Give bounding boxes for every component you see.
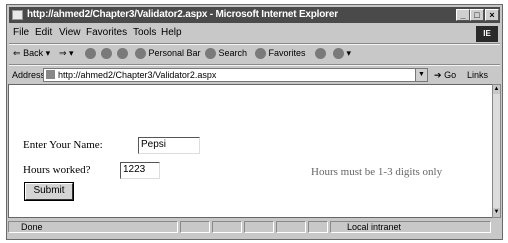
hours-input[interactable]: 1223 (120, 162, 160, 179)
address-dropdown[interactable]: ▼ (415, 69, 427, 81)
maximize-button[interactable]: □ (470, 9, 484, 21)
refresh-icon (101, 48, 112, 60)
address-url: http://ahmed2/Chapter3/Validator2.aspx (58, 70, 217, 80)
status-cell (276, 221, 306, 233)
menu-file[interactable]: File (13, 27, 29, 38)
status-cell (308, 221, 328, 233)
links-button[interactable]: Links (467, 70, 488, 80)
favorites-label: Favorites (268, 48, 306, 58)
validation-error-message: Hours must be 1-3 digits only (311, 166, 443, 178)
search-label: Search (218, 48, 248, 58)
stop-button[interactable] (85, 48, 96, 60)
name-label: Enter Your Name: (23, 139, 103, 151)
history-button[interactable] (315, 48, 326, 60)
menu-help[interactable]: Help (161, 27, 182, 38)
menu-edit[interactable]: Edit (35, 27, 52, 38)
menu-bar: File Edit View Favorites Tools Help IE (9, 25, 500, 42)
page-content: Enter Your Name: Pepsi Hours worked? 122… (8, 84, 492, 218)
title-bar[interactable]: http://ahmed2/Chapter3/Validator2.aspx -… (9, 7, 500, 23)
close-button[interactable]: × (485, 9, 499, 21)
ie-app-icon (12, 10, 23, 20)
mail-icon (333, 48, 344, 60)
search-icon (205, 48, 216, 60)
status-text: Done (8, 221, 178, 233)
menu-favorites[interactable]: Favorites (86, 27, 127, 38)
back-label: Back (23, 48, 44, 58)
status-cell (244, 221, 274, 233)
forward-arrow-icon: ⇒ (59, 48, 67, 58)
personal-bar-label: Personal Bar (148, 48, 201, 58)
status-done-label: Done (21, 222, 43, 232)
back-arrow-icon: ⇐ (13, 48, 21, 58)
vertical-scrollbar[interactable]: ▲ ▼ (492, 84, 501, 218)
zone-indicator: Local intranet (330, 221, 491, 233)
scroll-up-arrow-icon[interactable]: ▲ (493, 85, 500, 94)
stop-icon (85, 48, 96, 60)
toolbar: ⇐ Back ▾ ⇒ ▾ Personal Bar Search Favorit… (9, 45, 500, 64)
menu-view[interactable]: View (59, 27, 81, 38)
address-bar: Address http://ahmed2/Chapter3/Validator… (9, 66, 500, 84)
status-cell (180, 221, 210, 233)
personal-bar-icon (135, 48, 146, 60)
page-icon (46, 70, 55, 79)
favorites-icon (255, 48, 266, 60)
favorites-button[interactable]: Favorites (255, 48, 306, 60)
home-icon (117, 48, 128, 60)
menu-tools[interactable]: Tools (133, 27, 156, 38)
home-button[interactable] (117, 48, 128, 60)
personal-bar-button[interactable]: Personal Bar (135, 48, 201, 60)
status-bar: Done Local intranet (8, 220, 499, 234)
address-input[interactable]: http://ahmed2/Chapter3/Validator2.aspx ▼ (43, 68, 428, 82)
mail-button[interactable]: ▾ (333, 48, 351, 60)
address-label: Address (12, 70, 46, 80)
search-button[interactable]: Search (205, 48, 248, 60)
go-button[interactable]: ➔ Go (434, 70, 456, 81)
zone-label: Local intranet (347, 222, 402, 232)
back-button[interactable]: ⇐ Back ▾ (13, 48, 50, 59)
name-input[interactable]: Pepsi (138, 137, 200, 154)
minimize-button[interactable]: _ (456, 9, 470, 21)
ie-logo: IE (476, 26, 498, 42)
submit-button[interactable]: Submit (24, 182, 74, 201)
history-icon (315, 48, 326, 60)
go-arrow-icon: ➔ (434, 70, 442, 80)
scroll-down-arrow-icon[interactable]: ▼ (493, 208, 500, 217)
status-cell (212, 221, 242, 233)
window-title: http://ahmed2/Chapter3/Validator2.aspx -… (27, 9, 338, 20)
refresh-button[interactable] (101, 48, 112, 60)
hours-label: Hours worked? (23, 164, 91, 176)
go-label: Go (444, 70, 457, 80)
forward-button[interactable]: ⇒ ▾ (59, 48, 74, 59)
